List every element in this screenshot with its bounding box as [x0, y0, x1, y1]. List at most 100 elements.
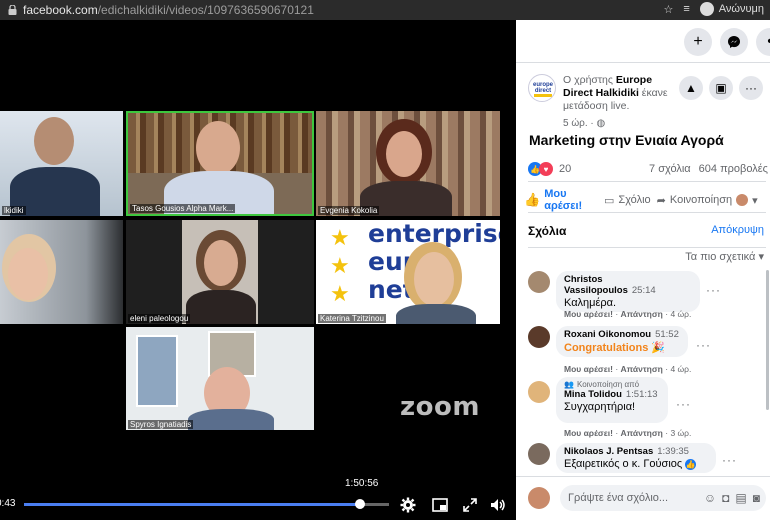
avatar[interactable]: [528, 326, 550, 348]
comment-age[interactable]: 4 ώρ.: [670, 364, 691, 374]
reaction-count[interactable]: 20: [559, 163, 571, 175]
participant-tile-4: [0, 220, 123, 324]
progress-fill: [24, 503, 360, 506]
comment-more-icon[interactable]: ···: [706, 283, 721, 297]
sort-label: Τα πιο σχετικά: [685, 251, 756, 263]
comments-scrollbar[interactable]: [766, 270, 769, 410]
share-label: Κοινοποίηση: [669, 194, 733, 206]
participant-name: Evgenia Kokolia: [318, 206, 380, 215]
star-icon[interactable]: ☆: [664, 3, 674, 16]
post-action-buttons: ▲ ▣ ···: [679, 76, 763, 100]
post-meta: 5 ώρ. · ◍: [563, 118, 605, 129]
post-side-panel: + • europe direct Ο χρήστης Europe Direc…: [516, 20, 770, 520]
volume-icon[interactable]: [490, 497, 506, 513]
comment-button[interactable]: ▭ Σχόλιο: [604, 194, 651, 207]
url-text[interactable]: facebook.com/edichalkidiki/videos/109763…: [23, 3, 314, 17]
participant-name: eleni paleologou: [128, 314, 191, 323]
share-button[interactable]: ➦ Κοινοποίηση ▾: [657, 194, 758, 207]
header-divider: [516, 62, 770, 63]
comment-author[interactable]: Nikolaos J. Pentsas: [564, 446, 653, 457]
comment-like-link[interactable]: Μου αρέσει!: [564, 428, 613, 438]
post-header-text: Ο χρήστης Europe Direct Halkidiki έκανε …: [563, 74, 683, 113]
gif-icon[interactable]: ▤: [735, 491, 746, 505]
comment-author[interactable]: Christos Vassilopoulos: [564, 274, 628, 296]
comment-age[interactable]: 4 ώρ.: [670, 309, 691, 319]
comment-author[interactable]: Roxani Oikonomou: [564, 329, 651, 340]
chevron-down-icon: ▾: [752, 194, 758, 207]
participant-name: Katerina Tzitzinou: [318, 314, 386, 323]
comment-input[interactable]: Γράψτε ένα σχόλιο... ☺ ◘ ▤ ◙: [560, 485, 766, 511]
thumbs-up-icon: 👍: [524, 192, 541, 207]
comment-timestamp[interactable]: 25:14: [632, 285, 656, 296]
avatar[interactable]: [528, 381, 550, 403]
comment-text: Καλημέρα.: [564, 297, 617, 309]
comment-more-icon[interactable]: ···: [676, 397, 691, 411]
emoji-icon[interactable]: ☺: [704, 491, 716, 505]
shared-by-label: Κοινοποίηση από: [576, 380, 640, 389]
participant-tile-5: eleni paleologou: [126, 220, 314, 324]
comments-heading: Σχόλια: [528, 224, 567, 238]
fullscreen-icon[interactable]: [462, 497, 478, 513]
camera-icon[interactable]: ◘: [722, 491, 729, 505]
comment-timestamp[interactable]: 1:51:13: [626, 389, 658, 400]
comment-more-icon[interactable]: ···: [696, 338, 711, 352]
participant-video: [196, 121, 240, 175]
comment-meta: Μου αρέσει! · Απάντηση · 4 ώρ.: [564, 309, 692, 319]
current-time: 0:43: [0, 498, 16, 509]
url-path: /edichalkidiki/videos/1097636590670121: [97, 3, 314, 17]
participant-tile-1: lkidiki: [0, 111, 123, 216]
shared-by-icon: 👥: [564, 380, 574, 389]
avatar[interactable]: [528, 443, 550, 465]
create-plus-icon[interactable]: +: [684, 28, 712, 56]
participant-name: Tasos Gousios Alpha Mark...: [130, 204, 236, 213]
comments-count[interactable]: 7 σχόλια: [649, 163, 691, 175]
profile-label: Ανώνυμη: [718, 3, 764, 15]
comment-like-link[interactable]: Μου αρέσει!: [564, 309, 613, 319]
sticker-icon[interactable]: ◙: [753, 491, 760, 505]
incognito-icon: [699, 2, 714, 16]
comment-bubble: Roxani Oikonomou 51:52 Congratulations 🎉: [556, 326, 688, 357]
messenger-icon[interactable]: [720, 28, 748, 56]
wall-picture: [136, 335, 178, 407]
comment-meta: Μου αρέσει! · Απάντηση · 3 ώρ.: [564, 428, 692, 438]
participant-tile-3: Evgenia Kokolia: [316, 111, 500, 216]
zoom-logo: zoom: [400, 392, 480, 422]
post-age[interactable]: 5 ώρ. ·: [563, 118, 594, 129]
page-avatar-logo[interactable]: europe direct: [528, 74, 556, 102]
participant-body: [396, 304, 476, 324]
picture-in-picture-icon[interactable]: [432, 497, 448, 513]
sort-dropdown[interactable]: Τα πιο σχετικά ▾: [685, 250, 764, 263]
comment-age[interactable]: 3 ώρ.: [670, 428, 691, 438]
comment-more-icon[interactable]: ···: [722, 453, 737, 467]
video-player[interactable]: lkidiki Tasos Gousios Alpha Mark... Evge…: [0, 20, 516, 520]
comment-author[interactable]: Mina Tolidou: [564, 389, 622, 400]
comment-reply-link[interactable]: Απάντηση: [621, 428, 663, 438]
browser-address-bar[interactable]: facebook.com/edichalkidiki/videos/109763…: [0, 0, 770, 20]
hide-comments-link[interactable]: Απόκρυψη: [711, 224, 764, 236]
comment-bubble: 👥 Κοινοποίηση από Mina Tolidou 1:51:13 Συγ…: [556, 377, 668, 423]
comment-like-link[interactable]: Μου αρέσει!: [564, 364, 613, 374]
like-reaction-icon: 👍: [685, 459, 697, 470]
bell-icon[interactable]: ▲: [679, 76, 703, 100]
logo-stars-icon: [534, 94, 552, 97]
comment-reply-link[interactable]: Απάντηση: [621, 309, 663, 319]
avatar[interactable]: [528, 271, 550, 293]
progress-knob[interactable]: [354, 499, 365, 509]
reading-list-icon[interactable]: ≡: [683, 3, 689, 15]
save-icon[interactable]: ▣: [709, 76, 733, 100]
notifications-icon[interactable]: •: [756, 28, 770, 56]
comment-timestamp[interactable]: 51:52: [655, 329, 679, 340]
comment-reply-link[interactable]: Απάντηση: [621, 364, 663, 374]
progress-bar[interactable]: [24, 499, 389, 509]
participant-name: Spyros Ignatiadis: [128, 420, 194, 429]
comment-timestamp[interactable]: 1:39:35: [657, 446, 689, 457]
more-options-icon[interactable]: ···: [739, 76, 763, 100]
current-user-avatar[interactable]: [528, 487, 550, 509]
profile-button[interactable]: Ανώνυμη: [699, 2, 764, 16]
eu-stars-icon: ★ ★ ★: [330, 225, 350, 306]
settings-gear-icon[interactable]: [400, 497, 416, 513]
video-title: Marketing στην Ενιαία Αγορά: [529, 132, 724, 148]
love-reaction-icon: ♥: [539, 162, 553, 176]
actions-divider: [528, 212, 766, 213]
like-button[interactable]: 👍 Μου αρέσει!: [524, 188, 602, 212]
